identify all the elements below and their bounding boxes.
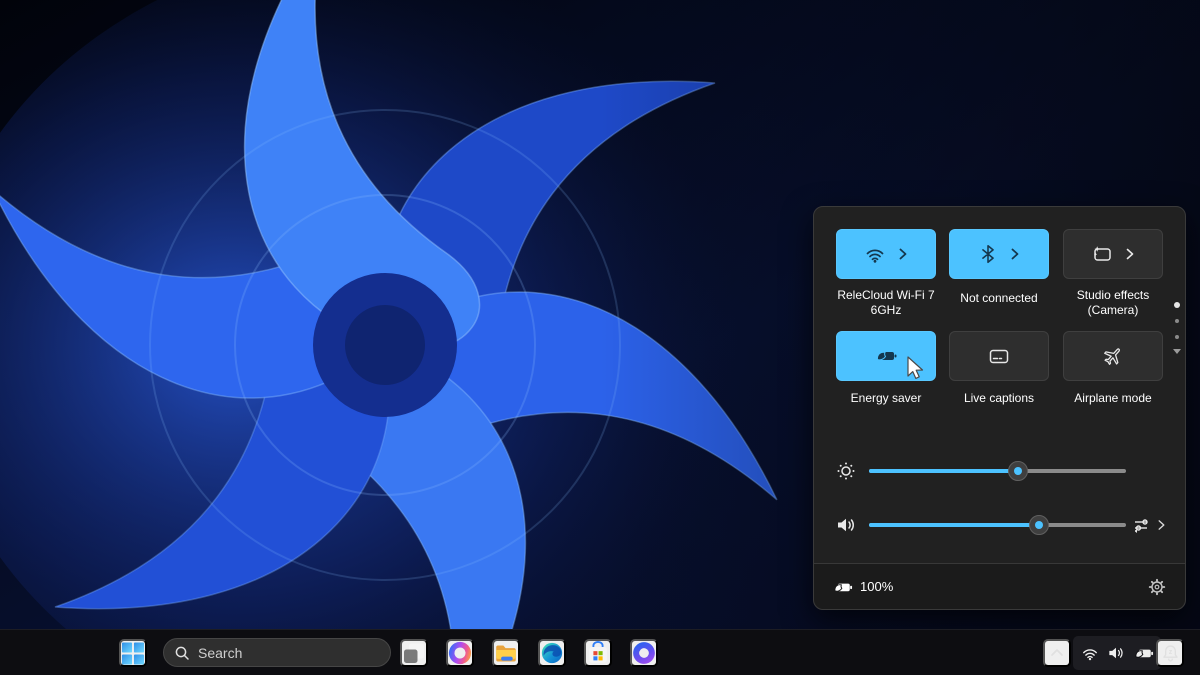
battery-status[interactable]: 100%	[832, 577, 893, 597]
quick-settings-pagination	[1171, 297, 1183, 354]
network-wifi-icon	[1082, 649, 1097, 661]
battery-energy-saver-icon	[834, 583, 853, 592]
studio-effects-quick-toggle[interactable]	[1063, 229, 1163, 279]
chevron-right-icon	[1126, 248, 1134, 260]
start-button[interactable]	[119, 639, 147, 667]
microsoft-365-button[interactable]	[630, 639, 658, 667]
taskbar-search[interactable]	[163, 638, 391, 667]
volume-slider-thumb[interactable]	[1028, 515, 1049, 535]
tile-label-wifi: ReleCloud Wi-Fi 7 6GHz	[837, 288, 935, 317]
copilot-icon	[448, 641, 472, 665]
wifi-quick-toggle[interactable]	[836, 229, 936, 279]
task-view-button[interactable]	[400, 639, 428, 667]
bluetooth-quick-toggle[interactable]	[949, 229, 1049, 279]
tray-volume-icon	[1109, 647, 1123, 659]
brightness-icon	[837, 462, 855, 480]
tile-label-studio-effects: Studio effects (Camera)	[1076, 288, 1150, 317]
tile-label-live-captions: Live captions	[963, 391, 1035, 405]
tile-label-bluetooth: Not connected	[960, 291, 1038, 305]
brightness-slider-track[interactable]	[869, 461, 1126, 481]
file-explorer-icon	[496, 645, 516, 661]
quick-settings-panel: ReleCloud Wi-Fi 7 6GHz Not connected Stu…	[813, 206, 1186, 610]
tile-label-airplane-mode: Airplane mode	[1074, 391, 1152, 405]
brightness-slider-row	[814, 459, 1187, 483]
brightness-slider-thumb[interactable]	[1008, 461, 1029, 481]
page-dot[interactable]	[1175, 335, 1179, 339]
task-view-icon	[404, 643, 424, 663]
airplane-mode-quick-toggle[interactable]	[1063, 331, 1163, 381]
chevron-right-icon[interactable]	[1156, 519, 1167, 531]
audio-output-icon[interactable]	[1132, 513, 1154, 537]
live-captions-quick-toggle[interactable]	[949, 331, 1049, 381]
windows-logo-icon	[121, 641, 145, 665]
volume-slider-row	[814, 513, 1187, 537]
quick-settings-footer: 100%	[814, 563, 1185, 609]
chevron-right-icon	[899, 248, 907, 260]
volume-slider-fill	[869, 523, 1039, 527]
store-button[interactable]	[584, 639, 612, 667]
chevron-up-icon	[1051, 649, 1063, 656]
desktop: ReleCloud Wi-Fi 7 6GHz Not connected Stu…	[0, 0, 1200, 675]
microsoft-store-icon	[589, 641, 607, 663]
notification-bell-dnd-icon: z	[1162, 644, 1178, 662]
do-not-disturb-button[interactable]: z	[1156, 639, 1184, 667]
bluetooth-icon	[982, 244, 994, 264]
volume-icon	[838, 518, 854, 532]
wifi-icon	[866, 249, 884, 263]
volume-slider-track[interactable]	[869, 515, 1126, 535]
taskbar: z	[0, 629, 1200, 675]
edge-button[interactable]	[538, 639, 566, 667]
brightness-slider-fill	[869, 469, 1019, 473]
svg-text:z: z	[1168, 648, 1172, 655]
microsoft-365-icon	[633, 642, 655, 664]
energy-saver-icon	[876, 351, 897, 361]
chevron-right-icon	[1011, 248, 1019, 260]
edge-icon	[541, 642, 563, 664]
search-input[interactable]	[198, 644, 358, 661]
tile-label-energy-saver: Energy saver	[850, 391, 922, 405]
copilot-button[interactable]	[446, 639, 474, 667]
live-captions-icon	[989, 349, 1009, 364]
system-tray-group[interactable]	[1073, 636, 1161, 670]
gear-icon[interactable]	[1147, 577, 1167, 597]
studio-effects-icon	[1094, 246, 1111, 261]
battery-percent-label: 100%	[860, 579, 894, 594]
search-icon	[175, 646, 189, 660]
page-dot-current[interactable]	[1174, 302, 1180, 308]
file-explorer-button[interactable]	[492, 639, 520, 667]
more-pages-arrow-icon[interactable]	[1173, 349, 1181, 354]
airplane-icon	[1104, 348, 1121, 365]
page-dot[interactable]	[1175, 319, 1179, 323]
mouse-cursor	[907, 356, 924, 379]
show-hidden-icons-button[interactable]	[1043, 639, 1071, 667]
tray-battery-energy-saver-icon	[1134, 649, 1153, 658]
